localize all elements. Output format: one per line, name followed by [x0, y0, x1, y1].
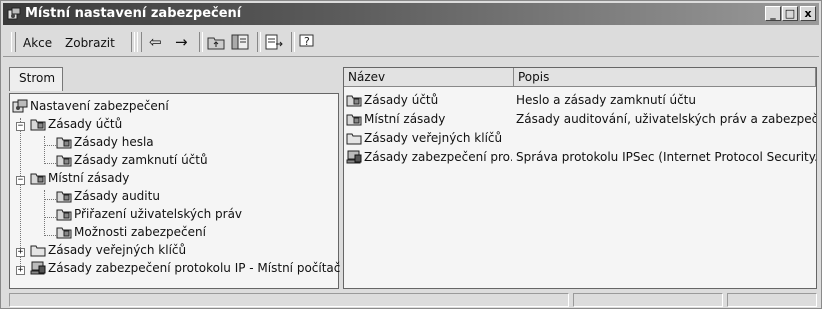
tree-connector	[44, 136, 45, 164]
toolbar-separator	[199, 32, 203, 52]
folder-icon	[346, 95, 362, 107]
tree-node-account-policies[interactable]: Zásady účtů	[30, 116, 330, 134]
folder-icon	[56, 137, 72, 149]
tree-connector	[44, 145, 56, 146]
list-item-name: Zásady účtů	[364, 93, 439, 107]
list-item-description: Správa protokolu IPSec (Internet Protoco…	[516, 150, 816, 164]
list-item[interactable]: Zásady účtů Heslo a zásady zamknutí účtu	[344, 92, 818, 110]
toolbar-grip[interactable]	[11, 32, 16, 52]
list-item-name: Místní zásady	[364, 112, 446, 126]
title-bar[interactable]: Místní nastavení zabezpečení _ □ x	[3, 3, 819, 25]
tree-node-label: Místní zásady	[48, 171, 130, 185]
plain-folder-icon	[346, 133, 362, 145]
tree-node-label: Zásady veřejných klíčů	[48, 243, 187, 257]
tree-connector	[44, 235, 56, 236]
forward-button[interactable]: →	[175, 33, 188, 51]
tree-node-user-rights[interactable]: Přiřazení uživatelských práv	[56, 206, 326, 224]
folder-icon	[56, 227, 72, 239]
expand-toggle[interactable]: +	[16, 248, 25, 257]
tree-node-label: Přiřazení uživatelských práv	[74, 207, 243, 221]
tree-connector	[44, 199, 56, 200]
column-header-description[interactable]: Popis	[514, 68, 816, 87]
window-title: Místní nastavení zabezpečení	[25, 6, 242, 21]
tree-node-security-options[interactable]: Možnosti zabezpečení	[56, 224, 326, 242]
tree-connector	[44, 190, 45, 236]
plain-folder-icon	[30, 245, 46, 257]
menu-action[interactable]: Akce	[23, 36, 52, 50]
list-item-description: Heslo a zásady zamknutí účtu	[516, 93, 696, 107]
security-settings-icon	[12, 99, 28, 113]
folder-icon	[346, 114, 362, 126]
tab-tree[interactable]: Strom	[9, 67, 63, 91]
toolbar-grip[interactable]	[137, 32, 142, 52]
list-item[interactable]: Místní zásady Zásady auditování, uživate…	[344, 111, 818, 129]
ipsec-computer-icon	[30, 261, 46, 275]
folder-icon	[30, 173, 46, 185]
list-item-name: Zásady veřejných klíčů	[364, 131, 503, 145]
tree-node-local-policies[interactable]: Místní zásady	[30, 170, 330, 188]
ipsec-computer-icon	[346, 150, 362, 164]
tree-node-label: Možnosti zabezpečení	[74, 225, 206, 239]
list-item-description: Zásady auditování, uživatelských práv a …	[516, 112, 816, 126]
tree-node-password-policy[interactable]: Zásady hesla	[56, 134, 326, 152]
folder-icon	[56, 209, 72, 221]
close-button[interactable]: x	[800, 6, 816, 21]
tree-node-label: Nastavení zabezpečení	[30, 99, 169, 113]
list-item[interactable]: Zásady zabezpečení pro... Správa protoko…	[344, 149, 818, 167]
svg-text:?: ?	[304, 35, 310, 48]
folder-icon	[56, 191, 72, 203]
tree-node-label: Zásady hesla	[74, 135, 154, 149]
status-cell	[9, 293, 569, 307]
toolbar: Akce Zobrazit ⇦ → ?	[3, 27, 819, 57]
tree-node-ipsec-policies[interactable]: Zásady zabezpečení protokolu IP - Místní…	[30, 260, 341, 278]
menu-view[interactable]: Zobrazit	[65, 36, 115, 50]
help-icon[interactable]: ?	[299, 34, 317, 50]
expand-toggle[interactable]: +	[16, 266, 25, 275]
folder-icon	[56, 155, 72, 167]
export-list-icon[interactable]	[265, 34, 283, 50]
minimize-button[interactable]: _	[765, 6, 781, 21]
security-settings-icon	[7, 7, 21, 20]
tree-node-label: Zásady zabezpečení protokolu IP - Místní…	[48, 261, 341, 275]
status-bar	[9, 293, 817, 307]
toolbar-separator	[257, 32, 261, 52]
details-pane: Název Popis Zásady účtů Heslo a zásady z…	[343, 67, 817, 289]
toolbar-separator	[131, 32, 135, 52]
tree-connector	[44, 163, 56, 164]
collapse-toggle[interactable]: −	[16, 176, 25, 185]
column-header-name[interactable]: Název	[344, 68, 514, 87]
maximize-button[interactable]: □	[782, 6, 798, 21]
status-cell	[727, 293, 817, 307]
tree-node-public-key-policies[interactable]: Zásady veřejných klíčů	[30, 242, 330, 260]
list-item-name: Zásady zabezpečení pro...	[364, 150, 512, 164]
tree-node-security-settings[interactable]: Nastavení zabezpečení	[12, 98, 332, 116]
collapse-toggle[interactable]: −	[16, 122, 25, 131]
app-window: Místní nastavení zabezpečení _ □ x Akce …	[0, 0, 822, 309]
tree-connector	[20, 118, 21, 266]
back-button[interactable]: ⇦	[149, 33, 162, 51]
tree-pane: Nastavení zabezpečení − Zásady účtů Zása…	[9, 93, 341, 289]
tree-node-label: Zásady účtů	[48, 117, 123, 131]
tree-node-lockout-policy[interactable]: Zásady zamknutí účtů	[56, 152, 326, 170]
status-cell	[573, 293, 723, 307]
list-item[interactable]: Zásady veřejných klíčů	[344, 130, 818, 148]
show-hide-tree-icon[interactable]	[231, 34, 249, 50]
tree-node-label: Zásady auditu	[74, 189, 160, 203]
tree-node-audit-policy[interactable]: Zásady auditu	[56, 188, 326, 206]
tree-connector	[44, 217, 56, 218]
toolbar-separator	[291, 32, 295, 52]
tree-node-label: Zásady zamknutí účtů	[74, 153, 208, 167]
folder-icon	[30, 119, 46, 131]
up-folder-icon[interactable]	[207, 34, 225, 50]
